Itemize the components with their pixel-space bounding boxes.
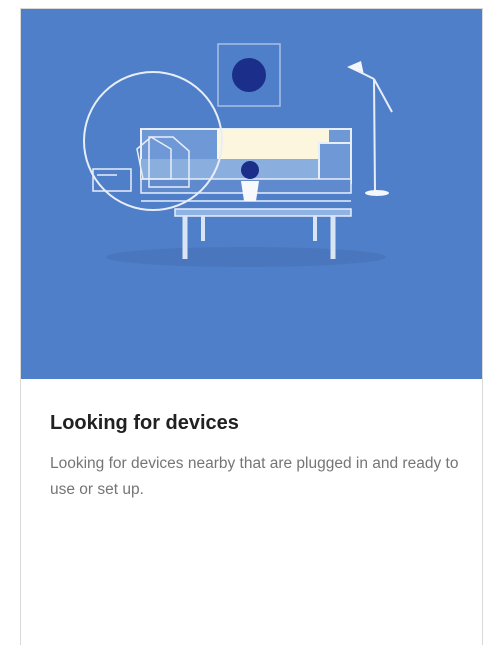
setup-card: Looking for devices Looking for devices …	[20, 8, 483, 645]
side-table-icon	[92, 168, 132, 192]
plant-pot-icon	[241, 161, 259, 201]
living-room-illustration	[83, 43, 393, 267]
page-description: Looking for devices nearby that are plug…	[50, 455, 459, 498]
wall-picture-circle	[232, 58, 266, 92]
floor-shadow	[106, 247, 386, 267]
content-section: Looking for devices Looking for devices …	[50, 409, 460, 503]
hero-illustration	[21, 9, 482, 379]
screen-frame: Looking for devices Looking for devices …	[0, 0, 487, 645]
page-title: Looking for devices	[50, 412, 239, 434]
floor-lamp-icon	[347, 61, 393, 196]
